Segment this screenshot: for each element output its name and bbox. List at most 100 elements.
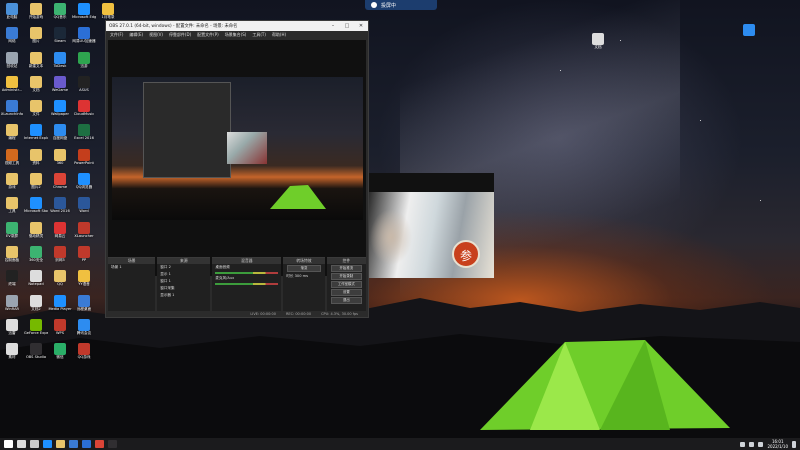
source-item[interactable]: 显示器 1 xyxy=(157,292,210,299)
desktop-icon[interactable]: 剑网3 xyxy=(48,243,72,267)
desktop-icon[interactable]: 文档 xyxy=(585,33,611,50)
obs-menu-item[interactable]: 工具(T) xyxy=(252,32,266,38)
notification-icon[interactable] xyxy=(792,440,796,448)
desktop-icon[interactable]: 终端 xyxy=(0,267,24,291)
network-icon[interactable] xyxy=(740,441,746,447)
desktop-icon[interactable]: 视频工具 xyxy=(0,146,24,170)
volume-meter[interactable] xyxy=(215,272,279,274)
control-button[interactable]: 退出 xyxy=(330,297,363,304)
start-icon[interactable] xyxy=(4,440,13,448)
desktop-icon[interactable]: Notepad xyxy=(24,267,48,291)
obs-menu-item[interactable]: 场景集合(S) xyxy=(225,32,247,38)
desktop-icon[interactable]: 文件 xyxy=(24,97,48,121)
transition-select[interactable]: 渐变 xyxy=(287,265,321,272)
desktop-icon[interactable]: PP xyxy=(72,243,96,267)
desktop-icon[interactable]: 资料 xyxy=(24,146,48,170)
desktop-icon[interactable]: QQ游戏 xyxy=(72,340,96,364)
desktop-icon[interactable]: XLauncher xyxy=(72,219,96,243)
desktop-icon[interactable]: 文档2 xyxy=(24,292,48,316)
desktop-icon[interactable]: Microsoft Store xyxy=(24,194,48,218)
duration-field[interactable]: 300 ms xyxy=(295,274,308,278)
input-method-icon[interactable] xyxy=(758,441,764,447)
desktop-icon[interactable]: 远程桌面 xyxy=(72,292,96,316)
desktop-icon[interactable] xyxy=(736,24,762,36)
clock[interactable]: 16:01 2022/1/10 xyxy=(767,439,788,449)
store-icon[interactable] xyxy=(69,440,78,448)
obs-menu-item[interactable]: 帮助(H) xyxy=(272,32,286,38)
source-item[interactable]: 窗口 1 xyxy=(157,278,210,285)
control-button[interactable]: 工作室模式 xyxy=(330,281,363,288)
desktop-icon[interactable]: OBS Studio xyxy=(24,340,48,364)
desktop-icon[interactable]: 此电脑 xyxy=(0,0,24,24)
desktop-icon[interactable]: CloudMusic xyxy=(72,97,96,121)
search-icon[interactable] xyxy=(17,440,26,448)
scene-item[interactable]: 场景 1 xyxy=(108,264,155,271)
desktop-icon[interactable]: 图片 xyxy=(24,24,48,48)
desktop-icon[interactable]: ToDesk xyxy=(48,49,72,73)
desktop-icon[interactable]: QQ音乐 xyxy=(48,0,72,24)
desktop-icon[interactable]: Media Player xyxy=(48,292,72,316)
obs-menu-item[interactable]: 停靠部件(D) xyxy=(169,32,191,38)
desktop-icon[interactable]: Wallpaper xyxy=(48,97,72,121)
task-view-icon[interactable] xyxy=(30,440,39,448)
desktop-icon[interactable]: WPS xyxy=(48,316,72,340)
desktop-icon[interactable]: Microsoft Edge xyxy=(72,0,96,24)
desktop-icon[interactable]: 编程 xyxy=(0,121,24,145)
desktop-icon[interactable]: QQ xyxy=(48,267,72,291)
chrome-icon[interactable] xyxy=(95,440,104,448)
volume-icon[interactable] xyxy=(749,441,755,447)
desktop-icon[interactable]: 工具 xyxy=(0,194,24,218)
desktop-icon[interactable]: 游戏 xyxy=(0,170,24,194)
source-item[interactable]: 窗口采集 xyxy=(157,285,210,292)
minimize-icon[interactable]: – xyxy=(326,23,340,29)
desktop-icon[interactable]: ASUS xyxy=(72,73,96,97)
obs-icon[interactable] xyxy=(108,440,117,448)
desktop-icon[interactable]: 开始游戏 xyxy=(24,0,48,24)
close-icon[interactable]: ✕ xyxy=(354,23,368,29)
desktop-icon[interactable]: Steam xyxy=(48,24,72,48)
desktop-icon[interactable]: QQ浏览器 xyxy=(72,170,96,194)
desktop-icon[interactable]: GeForce Experience xyxy=(24,316,48,340)
desktop-icon[interactable]: 回收站 xyxy=(0,49,24,73)
desktop-icon[interactable]: 网络 xyxy=(0,24,24,48)
mail-icon[interactable] xyxy=(82,440,91,448)
desktop-icon[interactable]: 迅游 xyxy=(72,49,96,73)
desktop-icon[interactable]: Internet Explorer xyxy=(24,121,48,145)
volume-meter[interactable] xyxy=(215,283,279,285)
desktop-icon[interactable]: 腾讯会议 xyxy=(72,316,96,340)
source-item[interactable]: 显示 1 xyxy=(157,271,210,278)
desktop-icon[interactable]: 网易UU加速器 xyxy=(72,24,96,48)
desktop-icon[interactable]: Chrome xyxy=(48,170,72,194)
desktop-icon[interactable]: 新建文本 xyxy=(24,49,48,73)
desktop-icon[interactable]: 360安全 xyxy=(24,243,48,267)
edge-icon[interactable] xyxy=(43,440,52,448)
desktop-icon[interactable]: 网易云 xyxy=(48,219,72,243)
maximize-icon[interactable]: □ xyxy=(340,23,354,29)
control-button[interactable]: 设置 xyxy=(330,289,363,296)
control-button[interactable]: 开始录制 xyxy=(330,273,363,280)
desktop-icon[interactable]: 图片2 xyxy=(24,170,48,194)
desktop-icon[interactable]: 素材 xyxy=(0,340,24,364)
obs-menu-item[interactable]: 文件(F) xyxy=(110,32,123,38)
control-button[interactable]: 开始推流 xyxy=(330,265,363,272)
desktop-icon[interactable]: 文档 xyxy=(24,73,48,97)
desktop-icon[interactable]: 驱动精灵 xyxy=(24,219,48,243)
desktop-icon[interactable]: Word xyxy=(72,194,96,218)
screen-cast-indicator[interactable]: 投屏中 xyxy=(365,0,437,10)
desktop-icon[interactable]: WinRAR xyxy=(0,292,24,316)
desktop-icon[interactable]: XLaunchInfo xyxy=(0,97,24,121)
desktop-icon[interactable]: 微信 xyxy=(48,340,72,364)
obs-menu-item[interactable]: 编辑(E) xyxy=(129,32,143,38)
obs-menu-item[interactable]: 视图(V) xyxy=(149,32,163,38)
desktop-icon[interactable]: 百度网盘 xyxy=(48,121,72,145)
desktop-icon[interactable]: Excel 2016 xyxy=(72,121,96,145)
source-item[interactable]: 窗口 2 xyxy=(157,264,210,271)
desktop-icon[interactable]: 360 xyxy=(48,146,72,170)
obs-title-bar[interactable]: OBS 27.0.1 (64-bit, windows) - 配置文件: 未命名… xyxy=(106,21,368,31)
desktop-icon[interactable]: 控制面板 xyxy=(0,243,24,267)
obs-menu-item[interactable]: 配置文件(P) xyxy=(197,32,219,38)
desktop-icon[interactable]: Word 2016 xyxy=(48,194,72,218)
desktop-icon[interactable]: PowerPoint xyxy=(72,146,96,170)
desktop-icon[interactable]: 迅雷 xyxy=(0,316,24,340)
desktop-icon[interactable]: EV录屏 xyxy=(0,219,24,243)
